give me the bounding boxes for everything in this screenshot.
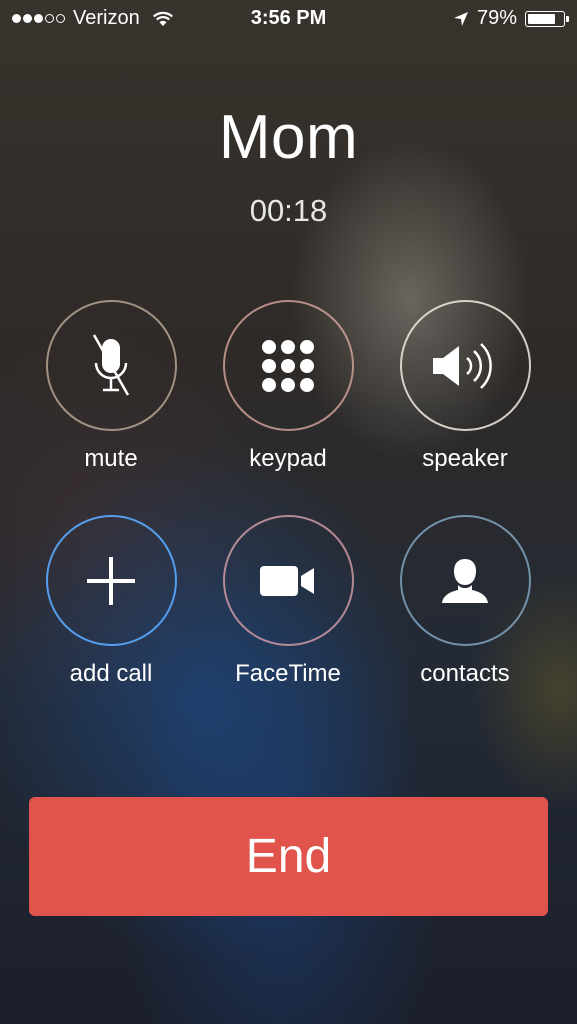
keypad-grid-icon <box>262 339 314 392</box>
battery-percent: 79% <box>476 7 517 29</box>
mute-label: mute <box>84 445 138 472</box>
keypad-circle[interactable] <box>222 300 354 431</box>
video-camera-icon <box>260 565 314 596</box>
contacts-circle[interactable] <box>399 515 531 646</box>
speaker-icon <box>433 342 492 389</box>
speaker-label: speaker <box>422 445 508 472</box>
contacts-label: contacts <box>420 660 510 687</box>
battery-level-fill <box>528 13 555 24</box>
speaker-circle[interactable] <box>399 300 531 431</box>
battery-icon <box>525 10 569 27</box>
contacts-button[interactable]: contacts <box>375 515 555 688</box>
facetime-label: FaceTime <box>235 660 341 687</box>
add-call-button[interactable]: add call <box>21 515 201 688</box>
plus-icon <box>87 556 135 605</box>
mute-button[interactable]: mute <box>21 300 201 473</box>
speaker-button[interactable]: speaker <box>375 300 555 473</box>
end-call-button[interactable]: End <box>29 797 548 916</box>
location-arrow-icon <box>453 11 468 26</box>
contact-silhouette-icon <box>442 558 488 603</box>
keypad-label: keypad <box>249 445 327 472</box>
add-call-label: add call <box>69 660 153 687</box>
facetime-button[interactable]: FaceTime <box>198 515 378 688</box>
status-bar: Verizon 3:56 PM 79% <box>0 0 577 40</box>
add-call-circle[interactable] <box>45 515 177 646</box>
status-right: 79% <box>453 7 569 30</box>
caller-name: Mom <box>218 103 359 172</box>
muted-microphone-icon <box>92 333 130 396</box>
facetime-circle[interactable] <box>222 515 354 646</box>
keypad-button[interactable]: keypad <box>198 300 378 473</box>
call-duration: 00:18 <box>249 193 328 228</box>
mute-circle[interactable] <box>45 300 177 431</box>
